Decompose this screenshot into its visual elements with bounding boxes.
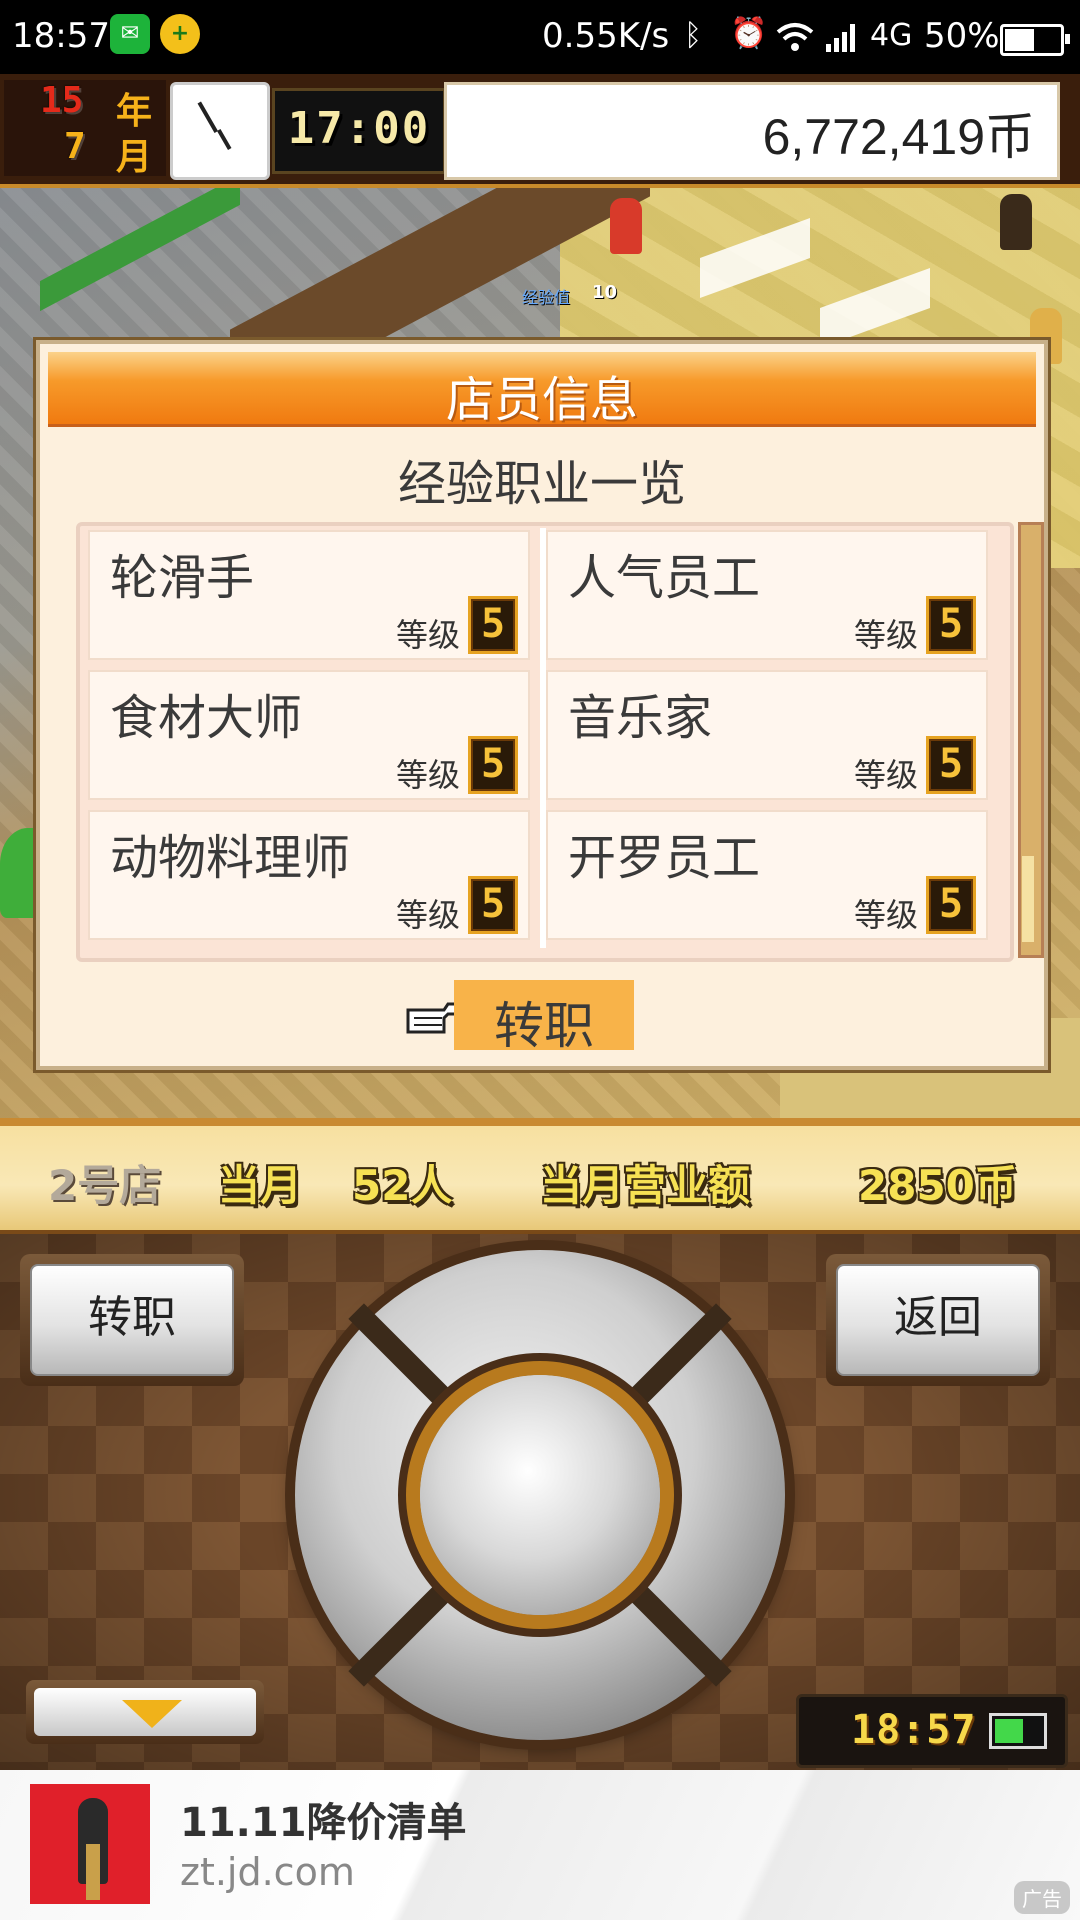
- job-card-popular-staff[interactable]: 人气员工 等级 5: [546, 530, 988, 660]
- green-fence: [40, 188, 240, 312]
- level-badge: 5: [926, 596, 976, 654]
- revenue-value: 2850币: [858, 1161, 1017, 1210]
- column-divider: [540, 528, 546, 948]
- alarm-icon: ⏰: [730, 16, 768, 51]
- month-unit: 月: [116, 137, 153, 178]
- money-display: 6,772,419币: [444, 82, 1060, 180]
- wechat-icon: ✉: [110, 14, 150, 54]
- triangle-down-icon: [122, 1700, 182, 1728]
- battery-icon: [1000, 24, 1070, 56]
- ad-title[interactable]: 11.11降价清单: [180, 1790, 467, 1848]
- date-display: 15 年 7 月: [4, 80, 166, 178]
- ad-tag: 广告: [1014, 1881, 1070, 1914]
- level-badge: 5: [468, 596, 518, 654]
- transfer-button[interactable]: 转职: [20, 1254, 244, 1386]
- customer-count: 52人: [352, 1161, 453, 1210]
- network-speed: 0.55K/s: [542, 16, 670, 56]
- job-name: 食材大师: [110, 690, 303, 746]
- device-time: 18:57: [851, 1707, 977, 1753]
- exp-value: 10: [592, 282, 618, 303]
- level-label: 等级: [395, 756, 460, 794]
- level-badge: 5: [468, 736, 518, 794]
- exp-label: 经验值: [522, 288, 571, 307]
- wifi-icon: [776, 23, 814, 51]
- job-card-rollerskater[interactable]: 轮滑手 等级 5: [88, 530, 530, 660]
- job-card-musician[interactable]: 音乐家 等级 5: [546, 670, 988, 800]
- level-badge: 5: [926, 876, 976, 934]
- signal-type: 4G: [870, 18, 913, 53]
- device-clock: 18:57: [796, 1694, 1068, 1768]
- year-unit: 年: [116, 91, 153, 132]
- ad-banner[interactable]: 11.11降价清单 zt.jd.com 广告: [0, 1770, 1080, 1920]
- character-sprite: [1000, 194, 1032, 250]
- staff-info-dialog: 店员信息 经验职业一览 轮滑手 等级 5 人气员工 等级 5 食材大师 等级 5…: [36, 340, 1048, 1070]
- clock-icon: [170, 82, 270, 180]
- level-label: 等级: [853, 756, 918, 794]
- revenue-label: 当月营业额: [540, 1161, 751, 1210]
- store-name: 2号店: [48, 1161, 162, 1210]
- character-sprite: [610, 198, 642, 254]
- game-time: 17:00: [272, 88, 446, 174]
- transfer-job-option[interactable]: 转职: [454, 980, 634, 1055]
- level-label: 等级: [853, 616, 918, 654]
- job-card-animal-chef[interactable]: 动物料理师 等级 5: [88, 810, 530, 940]
- month-label: 当月: [218, 1161, 303, 1210]
- level-badge: 5: [468, 876, 518, 934]
- back-button[interactable]: 返回: [826, 1254, 1050, 1386]
- battery-icon: [989, 1713, 1047, 1749]
- job-card-ingredient-master[interactable]: 食材大师 等级 5: [88, 670, 530, 800]
- ad-image[interactable]: [30, 1784, 150, 1904]
- ad-url[interactable]: zt.jd.com: [180, 1850, 355, 1894]
- battery-percent: 50%: [924, 16, 1000, 56]
- signal-icon: [826, 24, 855, 52]
- job-card-kairo-staff[interactable]: 开罗员工 等级 5: [546, 810, 988, 940]
- menu-toggle-button[interactable]: [26, 1680, 264, 1744]
- game-header: 15 年 7 月 17:00 6,772,419币: [0, 74, 1080, 188]
- dialog-subtitle: 经验职业一览: [397, 456, 686, 512]
- hairbrush-handle: [86, 1844, 100, 1900]
- status-bar: 18:57 ✉ + 0.55K/s ᛒ ⏰ 4G 50%: [0, 0, 1080, 74]
- level-label: 等级: [853, 896, 918, 934]
- dialog-header: 店员信息: [48, 352, 1036, 428]
- bluetooth-icon: ᛒ: [684, 18, 702, 53]
- scrollbar-thumb[interactable]: [1022, 856, 1034, 942]
- job-name: 开罗员工: [568, 830, 761, 886]
- level-label: 等级: [395, 896, 460, 934]
- month-number: 7: [64, 126, 86, 167]
- dialog-title: 店员信息: [445, 372, 638, 428]
- year-number: 15: [40, 80, 84, 121]
- status-time: 18:57: [12, 16, 110, 56]
- job-name: 轮滑手: [110, 550, 255, 606]
- store-info-bar: 2号店 当月 52人 当月营业额 2850币: [0, 1118, 1080, 1234]
- plus-app-icon: +: [160, 14, 200, 54]
- level-badge: 5: [926, 736, 976, 794]
- job-name: 动物料理师: [110, 830, 351, 886]
- level-label: 等级: [395, 616, 460, 654]
- job-name: 人气员工: [568, 550, 761, 606]
- dpad-center-button[interactable]: [420, 1375, 660, 1615]
- job-name: 音乐家: [568, 690, 713, 746]
